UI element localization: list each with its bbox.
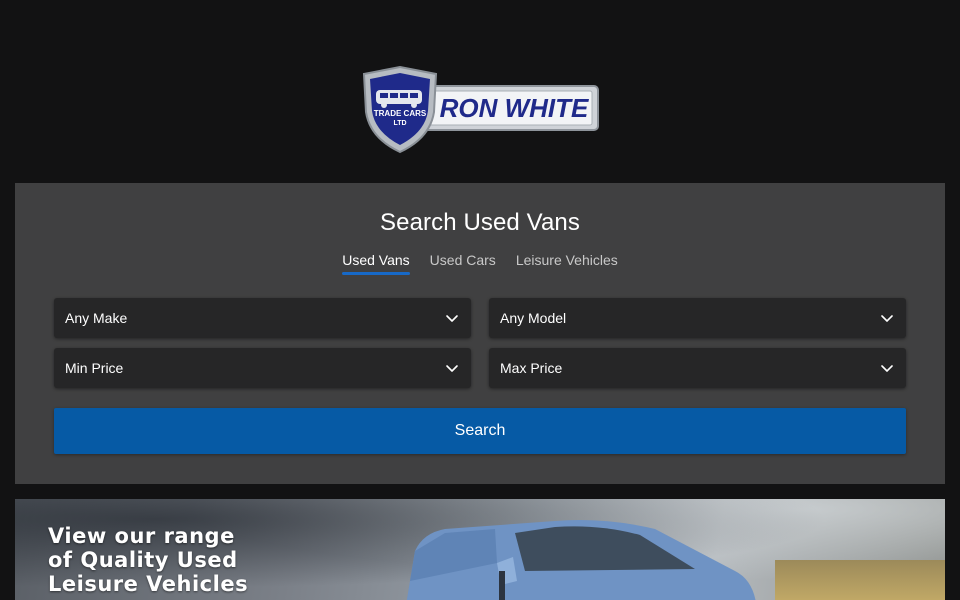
tab-leisure-vehicles[interactable]: Leisure Vehicles [516,252,618,272]
search-title: Search Used Vans [380,209,580,236]
logo-badge-line2: LTD [393,120,406,127]
max-price-select-value: Max Price [500,360,563,376]
chevron-down-icon [881,315,893,322]
shield-van-icon: TRADE CARS LTD RON WHITE [362,66,599,154]
make-select-value: Any Make [65,310,128,326]
tab-used-cars[interactable]: Used Cars [430,252,496,272]
min-price-select-value: Min Price [65,360,124,376]
chevron-down-icon [446,315,458,322]
model-select[interactable]: Any Model [489,298,906,338]
search-panel: Search Used Vans Used Vans Used Cars Lei… [15,183,945,484]
logo-brand-text: RON WHITE [440,93,589,123]
min-price-select[interactable]: Min Price [54,348,471,388]
leisure-vehicles-banner[interactable]: View our range of Quality Used Leisure V… [15,499,945,600]
banner-headline: View our range of Quality Used Leisure V… [48,524,248,596]
logo-badge-line1: TRADE CARS [374,109,427,118]
banner-line-2: of Quality Used [48,548,238,572]
max-price-select[interactable]: Max Price [489,348,906,388]
vehicle-type-tabs: Used Vans Used Cars Leisure Vehicles [15,252,945,275]
make-select[interactable]: Any Make [54,298,471,338]
model-select-value: Any Model [500,310,567,326]
search-button[interactable]: Search [54,408,906,454]
tab-used-vans[interactable]: Used Vans [342,252,411,275]
banner-line-3: Leisure Vehicles [48,572,249,596]
banner-line-1: View our range [48,524,235,548]
chevron-down-icon [446,365,458,372]
van-image [406,520,756,600]
chevron-down-icon [881,365,893,372]
site-logo[interactable]: TRADE CARS LTD RON WHITE [360,66,600,154]
